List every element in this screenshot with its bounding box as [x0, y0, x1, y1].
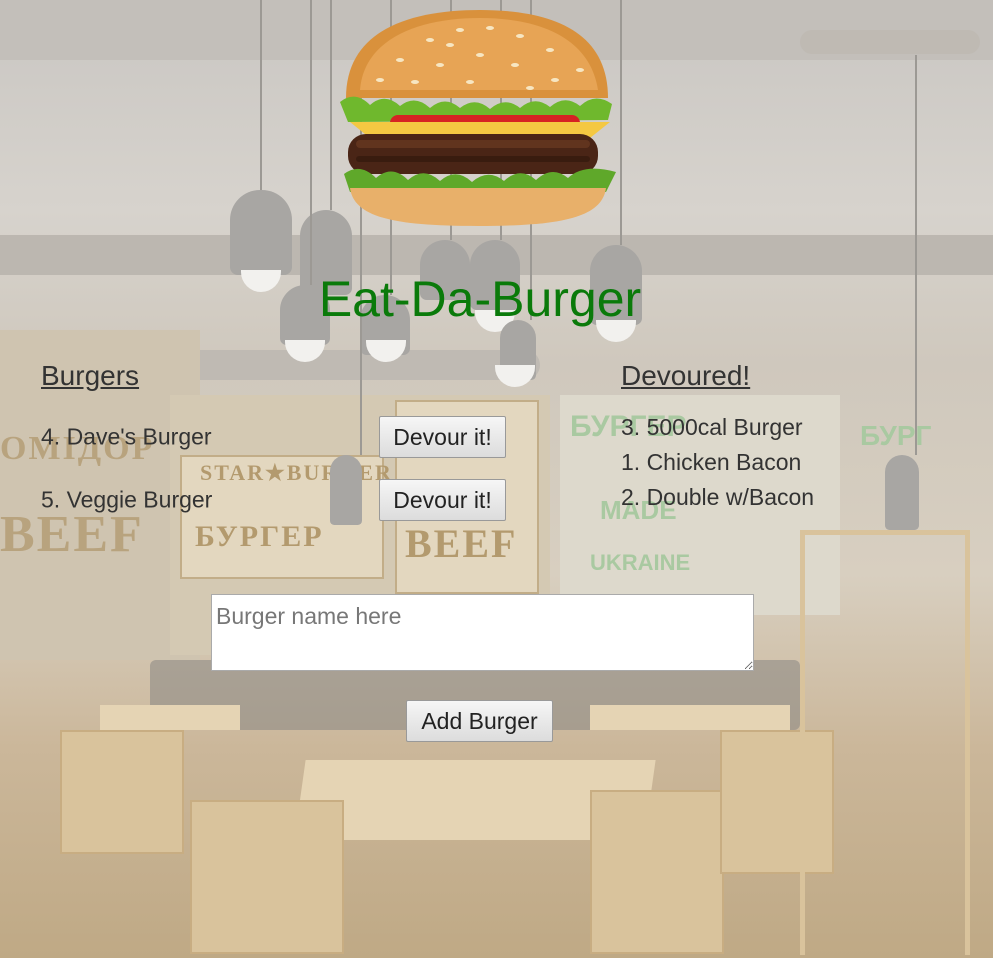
devour-button[interactable]: Devour it!	[379, 479, 506, 521]
list-item: 4. Dave's Burger Devour it!	[41, 416, 506, 458]
devoured-list: 3. 5000cal Burger 1. Chicken Bacon 2. Do…	[621, 410, 814, 515]
devoured-heading: Devoured!	[621, 360, 751, 391]
hamburger-icon	[340, 10, 616, 226]
list-item: 1. Chicken Bacon	[621, 449, 802, 475]
page-title: Eat-Da-Burger	[318, 271, 642, 327]
burger-name-input[interactable]	[211, 594, 754, 671]
burger-name: 5. Veggie Burger	[41, 486, 213, 513]
list-item: 2. Double w/Bacon	[621, 484, 815, 510]
burgers-heading: Burgers	[41, 360, 140, 391]
list-item: 5. Veggie Burger Devour it!	[41, 479, 506, 521]
devour-button[interactable]: Devour it!	[379, 416, 506, 458]
list-item: 3. 5000cal Burger	[621, 414, 803, 440]
add-burger-button[interactable]: Add Burger	[406, 700, 553, 742]
burger-name: 4. Dave's Burger	[41, 423, 212, 450]
